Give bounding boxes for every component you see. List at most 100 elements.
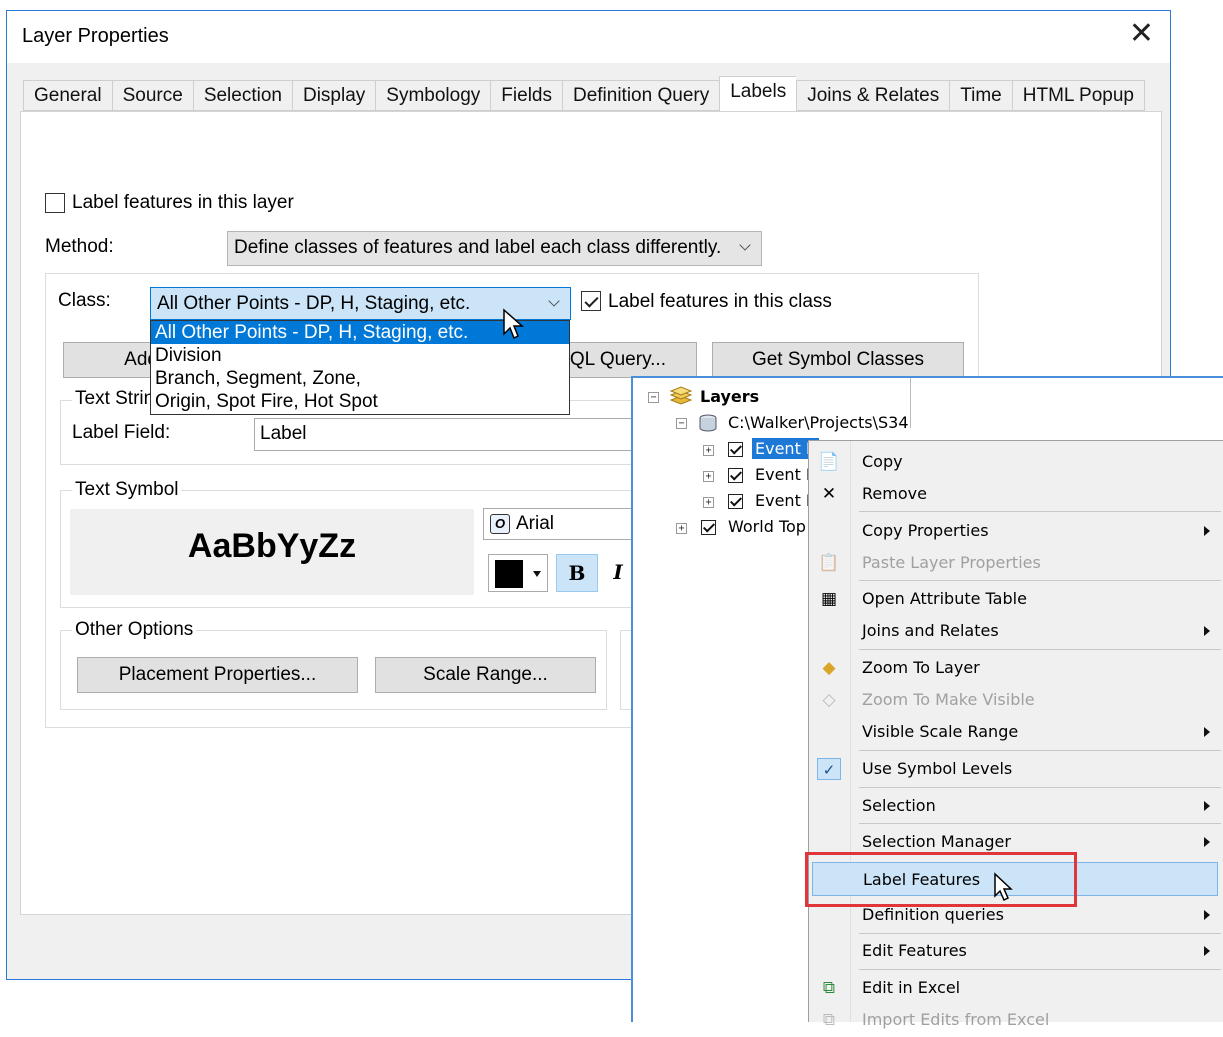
menu-item-copy[interactable]: 📄 Copy — [809, 445, 1223, 479]
method-select[interactable]: Define classes of features and label eac… — [227, 231, 762, 266]
chevron-down-icon — [548, 288, 562, 319]
expand-icon[interactable]: + — [703, 497, 714, 508]
menu-item-label: Paste Layer Properties — [862, 553, 1041, 572]
submenu-arrow-icon — [1204, 626, 1210, 636]
collapse-icon[interactable]: − — [676, 418, 687, 429]
toc-layer-item[interactable]: World Top — [728, 517, 806, 536]
menu-item-copy-properties[interactable]: Copy Properties — [809, 514, 1223, 548]
get-symbol-classes-button[interactable]: Get Symbol Classes — [712, 342, 964, 378]
layer-visibility-checkbox[interactable] — [701, 520, 716, 535]
tab-general[interactable]: General — [23, 80, 112, 111]
class-option[interactable]: Origin, Spot Fire, Hot Spot — [151, 390, 569, 413]
submenu-arrow-icon — [1204, 727, 1210, 737]
menu-item-label: Edit Features — [862, 941, 967, 960]
layer-visibility-checkbox[interactable] — [728, 468, 743, 483]
italic-button[interactable]: I — [603, 554, 633, 592]
toc-layer-item[interactable]: Event L — [755, 465, 815, 484]
layer-visibility-checkbox[interactable] — [728, 494, 743, 509]
placement-properties-button[interactable]: Placement Properties... — [77, 657, 358, 693]
expand-icon[interactable]: + — [676, 523, 687, 534]
tab-symbology[interactable]: Symbology — [375, 80, 491, 111]
tab-joins-relates[interactable]: Joins & Relates — [796, 80, 950, 111]
bold-button[interactable]: B — [556, 554, 598, 592]
label-features-layer-checkbox[interactable] — [45, 193, 65, 213]
chevron-down-icon — [533, 571, 541, 577]
method-value: Define classes of features and label eac… — [234, 237, 722, 258]
close-icon[interactable]: ✕ — [1129, 19, 1154, 49]
expand-icon[interactable]: + — [703, 471, 714, 482]
menu-item-paste-layer-properties[interactable]: 📋 Paste Layer Properties — [809, 546, 1223, 580]
tab-time[interactable]: Time — [949, 80, 1012, 111]
menu-item-remove[interactable]: ✕ Remove — [809, 477, 1223, 511]
menu-separator — [859, 969, 1221, 970]
toc-layer-item[interactable]: Event P — [755, 491, 816, 510]
menu-item-edit-in-excel[interactable]: ⧉ Edit in Excel — [809, 971, 1223, 1005]
menu-item-label: Visible Scale Range — [862, 722, 1019, 741]
table-icon: ▦ — [820, 589, 838, 609]
color-picker[interactable] — [488, 554, 548, 592]
method-label: Method: — [45, 236, 114, 257]
check-icon: ✓ — [817, 758, 841, 780]
tab-selection[interactable]: Selection — [192, 80, 292, 111]
dialog-title: Layer Properties — [22, 25, 169, 47]
submenu-arrow-icon — [1204, 837, 1210, 847]
label-field-select[interactable]: Label — [254, 418, 644, 451]
label-features-class-checkbox[interactable] — [581, 291, 601, 311]
mouse-cursor-icon — [994, 872, 1013, 902]
text-symbol-group-label: Text Symbol — [72, 479, 182, 501]
menu-item-zoom-to-make-visible[interactable]: ◇ Zoom To Make Visible — [809, 683, 1223, 717]
menu-item-selection[interactable]: Selection — [809, 789, 1223, 823]
menu-item-label: Copy Properties — [862, 521, 989, 540]
collapse-icon[interactable]: − — [648, 392, 659, 403]
font-name: Arial — [516, 513, 555, 534]
font-icon: O — [490, 514, 510, 534]
menu-separator — [859, 580, 1221, 581]
tab-labels[interactable]: Labels — [719, 76, 797, 112]
menu-separator — [859, 511, 1221, 512]
class-value: All Other Points - DP, H, Staging, etc. — [157, 293, 471, 314]
color-swatch — [495, 560, 523, 588]
menu-item-label: Use Symbol Levels — [862, 759, 1013, 778]
class-option[interactable]: Division — [151, 344, 569, 367]
scale-range-button[interactable]: Scale Range... — [375, 657, 596, 693]
tab-strip: General Source Selection Display Symbolo… — [23, 76, 1146, 112]
symbol-preview[interactable]: AaBbYyZz — [70, 509, 474, 595]
class-option[interactable]: Branch, Segment, Zone, — [151, 367, 569, 390]
font-select[interactable]: O Arial — [483, 508, 633, 540]
tab-display[interactable]: Display — [291, 80, 376, 111]
menu-item-use-symbol-levels[interactable]: ✓ Use Symbol Levels — [809, 752, 1223, 786]
menu-separator — [859, 750, 1221, 751]
menu-item-zoom-to-layer[interactable]: ◆ Zoom To Layer — [809, 651, 1223, 685]
submenu-arrow-icon — [1204, 801, 1210, 811]
menu-item-visible-scale-range[interactable]: Visible Scale Range — [809, 715, 1223, 749]
remove-icon: ✕ — [821, 484, 837, 504]
layers-label[interactable]: Layers — [700, 387, 759, 406]
import-icon: ⧉ — [822, 1010, 836, 1030]
tab-fields[interactable]: Fields — [490, 80, 562, 111]
label-features-class-label: Label features in this class — [608, 291, 832, 312]
other-options-group-label: Other Options — [72, 619, 197, 641]
menu-item-edit-features[interactable]: Edit Features — [809, 934, 1223, 968]
tab-source[interactable]: Source — [111, 80, 193, 111]
label-field-label: Label Field: — [72, 422, 171, 443]
layer-context-menu: 📄 Copy ✕ Remove Copy Properties 📋 Paste … — [808, 440, 1223, 1030]
workspace-path[interactable]: C:\Walker\Projects\S34 — [728, 413, 909, 432]
submenu-arrow-icon — [1204, 910, 1210, 920]
tab-html-popup[interactable]: HTML Popup — [1011, 80, 1146, 111]
submenu-arrow-icon — [1204, 946, 1210, 956]
title-bar: Layer Properties ✕ — [7, 11, 1170, 63]
expand-icon[interactable]: + — [703, 445, 714, 456]
tab-definition-query[interactable]: Definition Query — [561, 80, 720, 111]
layers-icon — [669, 386, 693, 405]
copy-icon: 📄 — [818, 452, 840, 472]
menu-separator — [859, 649, 1221, 650]
mouse-cursor-icon — [503, 308, 524, 340]
menu-item-label: Zoom To Layer — [862, 658, 980, 677]
menu-item-joins-relates[interactable]: Joins and Relates — [809, 614, 1223, 648]
menu-item-open-attribute-table[interactable]: ▦ Open Attribute Table — [809, 582, 1223, 616]
menu-item-label: Copy — [862, 452, 903, 471]
menu-item-import-edits-from-excel[interactable]: ⧉ Import Edits from Excel — [809, 1003, 1223, 1037]
layer-visibility-checkbox[interactable] — [728, 442, 743, 457]
menu-item-label: Zoom To Make Visible — [862, 690, 1035, 709]
menu-item-label: Import Edits from Excel — [862, 1010, 1050, 1029]
